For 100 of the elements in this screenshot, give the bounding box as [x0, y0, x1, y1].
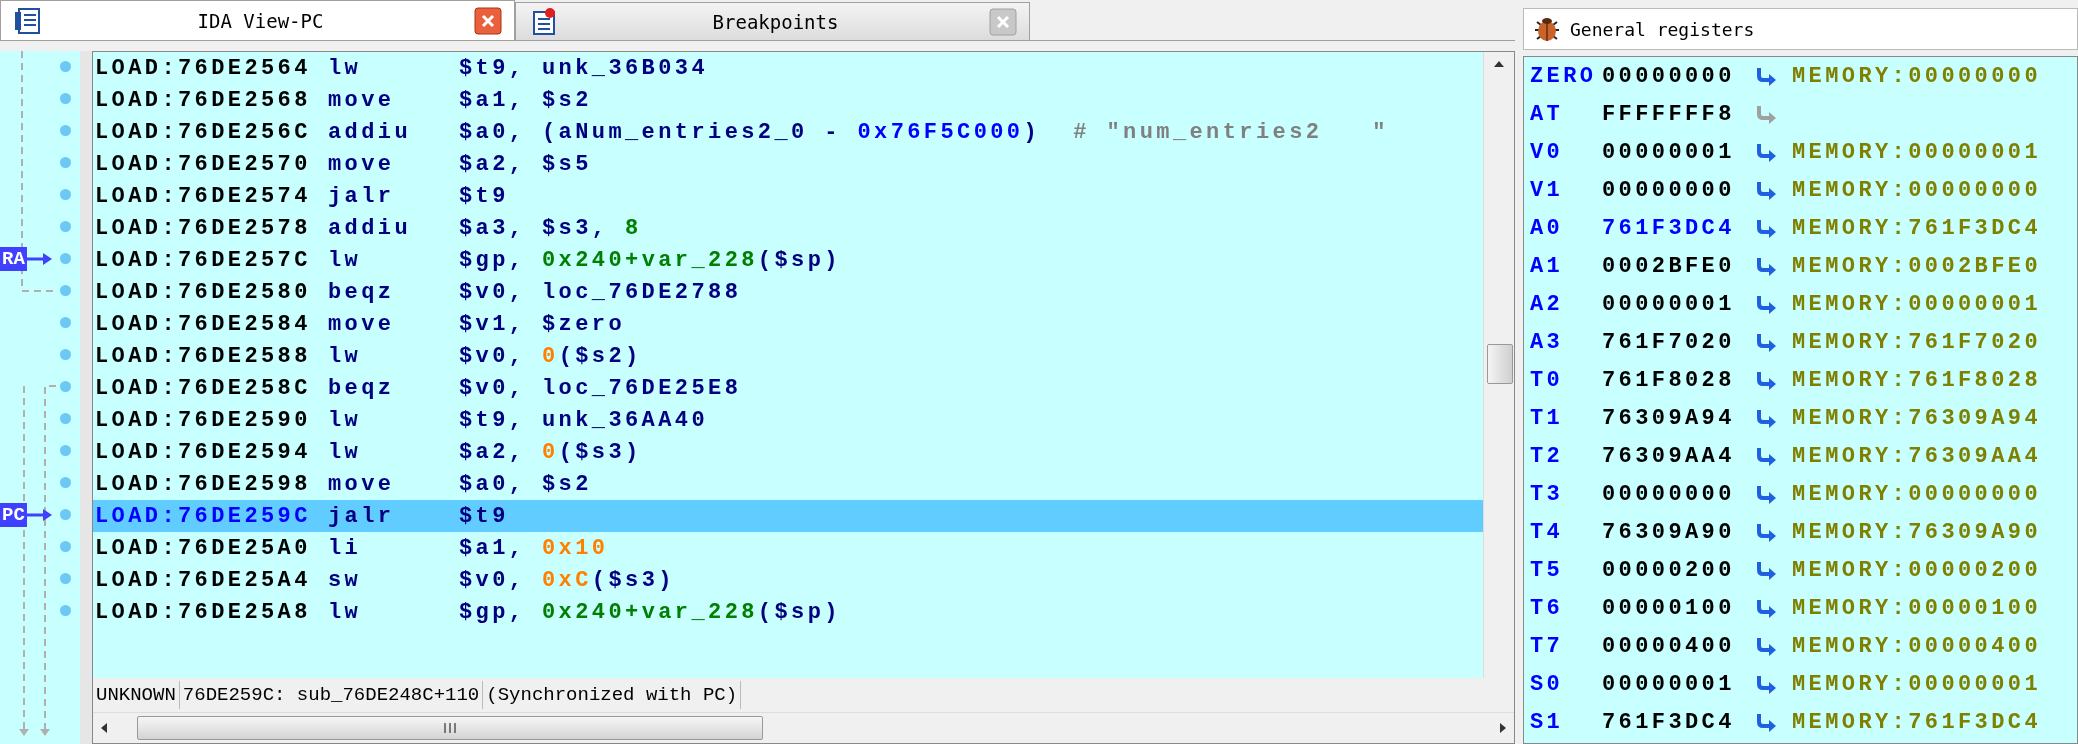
memory-reference[interactable]: MEMORY:761F8028 — [1792, 367, 2042, 393]
code-line[interactable]: LOAD:76DE257C lw $gp, 0x240+var_228($sp) — [93, 244, 1483, 276]
register-value[interactable]: 76309AA4 — [1602, 443, 1750, 469]
register-value[interactable]: 761F7020 — [1602, 329, 1750, 355]
breakpoint-dot[interactable] — [60, 93, 71, 104]
jump-arrow-icon — [1756, 103, 1778, 125]
jump-arrow-icon[interactable] — [1756, 673, 1778, 695]
jump-arrow-icon[interactable] — [1756, 483, 1778, 505]
code-line[interactable]: LOAD:76DE2578 addiu $a3, $s3, 8 — [93, 212, 1483, 244]
code-line[interactable]: LOAD:76DE2580 beqz $v0, loc_76DE2788 — [93, 276, 1483, 308]
jump-arrow-icon[interactable] — [1756, 635, 1778, 657]
close-icon[interactable] — [989, 7, 1017, 36]
breakpoint-dot[interactable] — [60, 125, 71, 136]
jump-arrow-icon[interactable] — [1756, 65, 1778, 87]
jump-arrow-icon[interactable] — [1756, 255, 1778, 277]
memory-reference[interactable]: MEMORY:00000100 — [1792, 595, 2042, 621]
breakpoint-dot[interactable] — [60, 413, 71, 424]
register-value[interactable]: 00000000 — [1602, 481, 1750, 507]
code-line[interactable]: LOAD:76DE25A8 lw $gp, 0x240+var_228($sp) — [93, 596, 1483, 628]
breakpoint-dot[interactable] — [60, 445, 71, 456]
jump-arrow-icon[interactable] — [1756, 369, 1778, 391]
jump-arrow-icon[interactable] — [1756, 597, 1778, 619]
breakpoint-dot[interactable] — [60, 253, 71, 264]
memory-reference[interactable]: MEMORY:761F7020 — [1792, 329, 2042, 355]
breakpoint-dot[interactable] — [60, 477, 71, 488]
code-line[interactable]: LOAD:76DE2598 move $a0, $s2 — [93, 468, 1483, 500]
memory-reference[interactable]: MEMORY:76309A90 — [1792, 519, 2042, 545]
vertical-scrollbar[interactable] — [1483, 52, 1514, 678]
code-line[interactable]: LOAD:76DE2564 lw $t9, unk_36B034 — [93, 52, 1483, 84]
register-value[interactable]: 0002BFE0 — [1602, 253, 1750, 279]
register-value[interactable]: 76309A90 — [1602, 519, 1750, 545]
register-value[interactable]: 761F8028 — [1602, 367, 1750, 393]
code-line[interactable]: LOAD:76DE2590 lw $t9, unk_36AA40 — [93, 404, 1483, 436]
jump-arrow-icon[interactable] — [1756, 559, 1778, 581]
code-line[interactable]: LOAD:76DE256C addiu $a0, (aNum_entries2_0 - 0x76F5C000) # "num_entries2 " — [93, 116, 1483, 148]
register-value[interactable]: 76309A94 — [1602, 405, 1750, 431]
breakpoint-dot[interactable] — [60, 189, 71, 200]
pointer-label: RA — [0, 247, 27, 271]
scroll-thumb[interactable] — [1487, 344, 1513, 384]
memory-reference[interactable]: MEMORY:0002BFE0 — [1792, 253, 2042, 279]
code-line[interactable]: LOAD:76DE2594 lw $a2, 0($s3) — [93, 436, 1483, 468]
jump-arrow-icon[interactable] — [1756, 293, 1778, 315]
breakpoint-dot[interactable] — [60, 285, 71, 296]
register-value[interactable]: FFFFFFF8 — [1602, 101, 1750, 127]
register-value[interactable]: 00000400 — [1602, 633, 1750, 659]
register-name: S0 — [1530, 671, 1565, 697]
jump-arrow-icon[interactable] — [1756, 407, 1778, 429]
memory-reference[interactable]: MEMORY:761F3DC4 — [1792, 709, 2042, 735]
breakpoint-dot[interactable] — [60, 541, 71, 552]
breakpoint-dot[interactable] — [60, 381, 71, 392]
tab[interactable]: Breakpoints — [515, 2, 1030, 40]
memory-reference[interactable]: MEMORY:00000000 — [1792, 481, 2042, 507]
code-line[interactable]: LOAD:76DE2588 lw $v0, 0($s2) — [93, 340, 1483, 372]
register-value[interactable]: 00000000 — [1602, 63, 1750, 89]
breakpoint-dot[interactable] — [60, 605, 71, 616]
code-line[interactable]: LOAD:76DE25A0 li $a1, 0x10 — [93, 532, 1483, 564]
memory-reference[interactable]: MEMORY:761F3DC4 — [1792, 215, 2042, 241]
jump-arrow-icon[interactable] — [1756, 711, 1778, 733]
register-value[interactable]: 00000100 — [1602, 595, 1750, 621]
jump-arrow-icon[interactable] — [1756, 217, 1778, 239]
register-name: T0 — [1530, 367, 1565, 393]
breakpoint-dot[interactable] — [60, 317, 71, 328]
register-value[interactable]: 00000200 — [1602, 557, 1750, 583]
memory-reference[interactable]: MEMORY:00000400 — [1792, 633, 2042, 659]
memory-reference[interactable]: MEMORY:00000001 — [1792, 291, 2042, 317]
jump-arrow-icon[interactable] — [1756, 445, 1778, 467]
jump-arrow-icon[interactable] — [1756, 331, 1778, 353]
memory-reference[interactable]: MEMORY:00000000 — [1792, 177, 2042, 203]
memory-reference[interactable]: MEMORY:00000000 — [1792, 63, 2042, 89]
code-line[interactable]: LOAD:76DE258C beqz $v0, loc_76DE25E8 — [93, 372, 1483, 404]
register-value[interactable]: 00000001 — [1602, 139, 1750, 165]
register-value[interactable]: 761F3DC4 — [1602, 709, 1750, 735]
memory-reference[interactable]: MEMORY:00000001 — [1792, 139, 2042, 165]
register-value[interactable]: 00000000 — [1602, 177, 1750, 203]
register-value[interactable]: 761F3DC4 — [1602, 215, 1750, 241]
memory-reference[interactable]: MEMORY:00000001 — [1792, 671, 2042, 697]
breakpoint-dot[interactable] — [60, 61, 71, 72]
breakpoint-dot[interactable] — [60, 349, 71, 360]
register-value[interactable]: 00000001 — [1602, 671, 1750, 697]
status-text: 76DE259C: sub_76DE248C+110 — [179, 681, 484, 709]
breakpoint-dot[interactable] — [60, 573, 71, 584]
tab[interactable]: IDA View-PC — [0, 0, 515, 40]
breakpoint-dot[interactable] — [60, 157, 71, 168]
register-value[interactable]: 00000001 — [1602, 291, 1750, 317]
memory-reference[interactable]: MEMORY:76309AA4 — [1792, 443, 2042, 469]
memory-reference[interactable]: MEMORY:76309A94 — [1792, 405, 2042, 431]
code-line[interactable]: LOAD:76DE25A4 sw $v0, 0xC($s3) — [93, 564, 1483, 596]
code-line[interactable]: LOAD:76DE2570 move $a2, $s5 — [93, 148, 1483, 180]
jump-arrow-icon[interactable] — [1756, 179, 1778, 201]
breakpoint-dot[interactable] — [60, 509, 71, 520]
jump-arrow-icon[interactable] — [1756, 141, 1778, 163]
jump-arrow-icon[interactable] — [1756, 521, 1778, 543]
code-line[interactable]: LOAD:76DE2584 move $v1, $zero — [93, 308, 1483, 340]
memory-reference[interactable]: MEMORY:00000200 — [1792, 557, 2042, 583]
register-name: A0 — [1530, 215, 1565, 241]
scroll-thumb[interactable] — [137, 716, 763, 740]
breakpoint-dot[interactable] — [60, 221, 71, 232]
code-line[interactable]: LOAD:76DE2568 move $a1, $s2 — [93, 84, 1483, 116]
code-line[interactable]: LOAD:76DE2574 jalr $t9 — [93, 180, 1483, 212]
close-icon[interactable] — [474, 6, 502, 35]
